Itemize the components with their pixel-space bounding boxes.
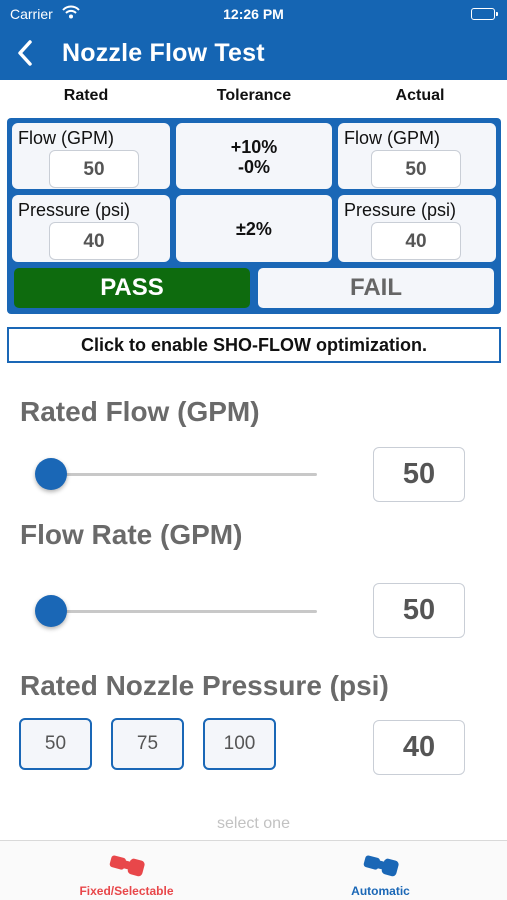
- fail-button[interactable]: FAIL: [258, 268, 494, 308]
- flow-rate-title: Flow Rate (GPM): [20, 519, 243, 550]
- flow-tolerance-minus: -0%: [237, 157, 270, 177]
- flow-rate-slider-thumb[interactable]: [35, 595, 67, 627]
- flow-tolerance-plus: +10%: [230, 137, 278, 157]
- actual-pressure-cell: Pressure (psi) 40: [338, 195, 496, 262]
- flow-tolerance-cell: +10% -0%: [176, 123, 332, 189]
- clock: 12:26 PM: [223, 6, 284, 22]
- rated-flow-cell: Flow (GPM) 50: [12, 123, 170, 189]
- flow-rate-slider-track[interactable]: [50, 610, 317, 613]
- actual-pressure-field[interactable]: 40: [371, 222, 461, 260]
- tab-fixed-selectable-label: Fixed/Selectable: [79, 884, 174, 898]
- test-result-panel: Flow (GPM) 50 +10% -0% Flow (GPM) 50 Pre…: [7, 118, 501, 314]
- pressure-tolerance-cell: ±2%: [176, 195, 332, 262]
- actual-flow-cell: Flow (GPM) 50: [338, 123, 496, 189]
- tolerance-column-heading: Tolerance: [216, 87, 292, 104]
- pressure-tolerance-value: ±2%: [236, 219, 272, 239]
- pressure-option-50[interactable]: 50: [19, 718, 92, 770]
- rated-pressure-label: Pressure (psi): [18, 200, 131, 220]
- flow-rate-value-field[interactable]: 50: [373, 583, 465, 638]
- status-bar: Carrier 12:26 PM: [0, 0, 507, 28]
- actual-flow-label: Flow (GPM): [344, 128, 440, 148]
- rated-pressure-field[interactable]: 40: [49, 222, 139, 260]
- tab-fixed-selectable[interactable]: Fixed/Selectable: [0, 841, 253, 900]
- rated-nozzle-pressure-title: Rated Nozzle Pressure (psi): [20, 670, 389, 701]
- rated-flow-slider-track[interactable]: [50, 473, 317, 476]
- nozzle-icon: [362, 851, 400, 879]
- rated-flow-label: Flow (GPM): [18, 128, 114, 148]
- rated-flow-slider-thumb[interactable]: [35, 458, 67, 490]
- rated-flow-value-field[interactable]: 50: [373, 447, 465, 502]
- actual-column-heading: Actual: [395, 87, 445, 104]
- tab-automatic[interactable]: Automatic: [254, 841, 507, 900]
- battery-icon: [471, 8, 498, 20]
- tab-bar: Fixed/Selectable Automatic: [0, 840, 507, 900]
- nav-bar: Nozzle Flow Test: [0, 28, 507, 80]
- rated-flow-title: Rated Flow (GPM): [20, 396, 260, 427]
- actual-pressure-label: Pressure (psi): [344, 200, 457, 220]
- pressure-option-100[interactable]: 100: [203, 718, 276, 770]
- pass-button[interactable]: PASS: [14, 268, 250, 308]
- nozzle-icon: [108, 851, 146, 879]
- page-title: Nozzle Flow Test: [62, 39, 265, 67]
- rated-pressure-value-field[interactable]: 40: [373, 720, 465, 775]
- actual-flow-field[interactable]: 50: [371, 150, 461, 188]
- select-one-hint: select one: [217, 815, 290, 832]
- rated-column-heading: Rated: [63, 87, 109, 104]
- pressure-option-75[interactable]: 75: [111, 718, 184, 770]
- tab-automatic-label: Automatic: [351, 884, 410, 898]
- rated-flow-field[interactable]: 50: [49, 150, 139, 188]
- back-chevron-icon[interactable]: [12, 36, 42, 70]
- sho-flow-optimization-button[interactable]: Click to enable SHO-FLOW optimization.: [7, 327, 501, 363]
- rated-pressure-cell: Pressure (psi) 40: [12, 195, 170, 262]
